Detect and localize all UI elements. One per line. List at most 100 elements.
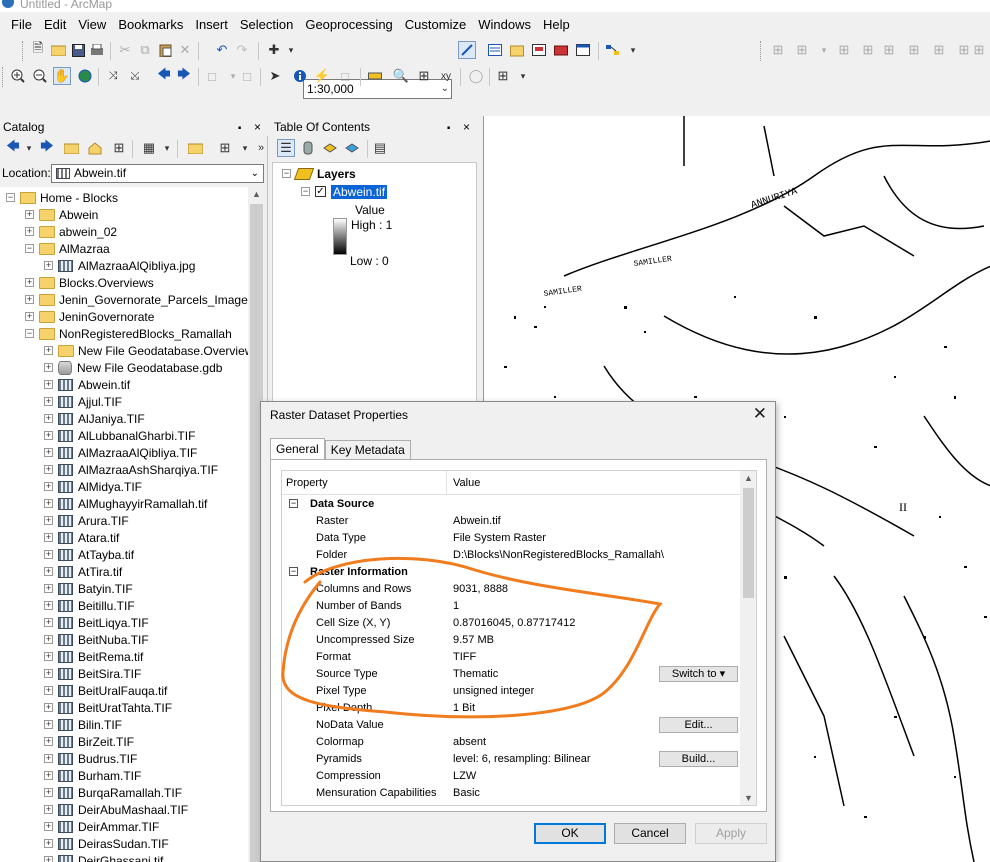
python-window-icon[interactable] <box>574 41 592 59</box>
catalog-tree-item[interactable]: + Abwein <box>25 206 98 223</box>
toggle-tree-icon[interactable]: ⊞ <box>216 139 234 157</box>
menu-bookmarks[interactable]: Bookmarks <box>112 14 189 36</box>
chevron-down-icon[interactable]: ⌄ <box>251 165 259 182</box>
menu-insert[interactable]: Insert <box>189 14 234 36</box>
scroll-up-icon[interactable]: ▲ <box>744 473 753 483</box>
add-data-icon[interactable]: ✚ <box>265 41 283 59</box>
expand-icon[interactable]: + <box>44 584 53 593</box>
expand-icon[interactable]: + <box>44 703 53 712</box>
chevron-down-icon[interactable]: ▾ <box>815 41 833 59</box>
property-row[interactable]: Number of Bands 1 <box>282 598 740 615</box>
catalog-tree-item[interactable]: + AlJaniya.TIF <box>44 410 145 427</box>
toolbar-overflow-icon[interactable]: ▾ <box>514 67 532 85</box>
menu-edit[interactable]: Edit <box>38 14 72 36</box>
property-section[interactable]: − Raster Information <box>282 564 740 581</box>
find-icon[interactable]: 🔍 <box>392 67 410 85</box>
expand-icon[interactable]: + <box>25 295 34 304</box>
html-popup-icon[interactable]: □ <box>336 67 354 85</box>
redo-icon[interactable]: ↷ <box>233 41 251 59</box>
catalog-tree-item[interactable]: + BeitSira.TIF <box>44 665 141 682</box>
catalog-tree-item[interactable]: + BeitNuba.TIF <box>44 631 149 648</box>
catalog-tree-item[interactable]: + Batyin.TIF <box>44 580 133 597</box>
expand-icon[interactable]: + <box>44 754 53 763</box>
property-row[interactable]: Raster Abwein.tif <box>282 513 740 530</box>
layout-tool-icon[interactable]: ⊞ <box>769 41 787 59</box>
property-row[interactable]: Colormap absent <box>282 734 740 751</box>
catalog-tree-item[interactable]: + AlMazraaAlQibliya.jpg <box>44 257 195 274</box>
property-action-button[interactable]: Edit... <box>659 717 738 733</box>
find-route-icon[interactable]: ⊞ <box>415 67 433 85</box>
table-of-contents-icon[interactable] <box>486 41 504 59</box>
expand-icon[interactable]: + <box>44 431 53 440</box>
modelbuilder-icon[interactable] <box>604 41 622 59</box>
catalog-tree-item[interactable]: + Jenin_Governorate_Parcels_Images <box>25 291 248 308</box>
layer-name[interactable]: Abwein.tif <box>331 184 388 199</box>
zoom-in-icon[interactable] <box>9 67 27 85</box>
catalog-tree-item[interactable]: + abwein_02 <box>25 223 117 240</box>
property-row[interactable]: Format TIFF <box>282 649 740 666</box>
editor-toolbar-icon[interactable] <box>458 41 476 59</box>
expand-icon[interactable]: + <box>44 397 53 406</box>
expand-icon[interactable]: + <box>44 652 53 661</box>
expand-icon[interactable]: + <box>44 737 53 746</box>
catalog-tree-item[interactable]: + New File Geodatabase.gdb <box>44 359 222 376</box>
collapse-icon[interactable]: − <box>6 193 15 202</box>
list-by-visibility-icon[interactable] <box>321 139 339 157</box>
scrollbar-thumb[interactable] <box>743 488 754 598</box>
catalog-tree-item[interactable]: + DeirGhassani.tif <box>44 852 163 862</box>
identify-icon[interactable] <box>291 67 309 85</box>
list-by-selection-icon[interactable] <box>343 139 361 157</box>
catalog-tree-item[interactable]: + Bilin.TIF <box>44 716 122 733</box>
add-data-dropdown-icon[interactable]: ▾ <box>282 41 300 59</box>
pin-icon[interactable]: ⬝ <box>238 118 241 136</box>
clear-selection-icon[interactable]: □ <box>238 67 256 85</box>
expand-icon[interactable]: + <box>44 516 53 525</box>
collapse-icon[interactable]: − <box>25 329 34 338</box>
property-row[interactable]: NoData Value Edit... <box>282 717 740 734</box>
pin-icon[interactable]: ⬝ <box>447 118 450 136</box>
menu-help[interactable]: Help <box>537 14 576 36</box>
catalog-tree-item[interactable]: + BeitUratTahta.TIF <box>44 699 172 716</box>
go-to-xy-icon[interactable]: xy <box>437 67 455 85</box>
select-features-icon[interactable]: □ <box>203 67 221 85</box>
layout-zoom-icon[interactable]: ⊞ <box>793 41 811 59</box>
expand-icon[interactable]: + <box>25 227 34 236</box>
property-row[interactable]: Cell Size (X, Y) 0.87016045, 0.87717412 <box>282 615 740 632</box>
expand-icon[interactable]: + <box>44 788 53 797</box>
property-row[interactable]: Columns and Rows 9031, 8888 <box>282 581 740 598</box>
catalog-tree-item[interactable]: + AtTayba.tif <box>44 546 134 563</box>
new-folder-icon[interactable] <box>186 139 204 157</box>
property-row[interactable]: Folder D:\Blocks\NonRegisteredBlocks_Rama… <box>282 547 740 564</box>
apply-button[interactable]: Apply <box>695 823 767 844</box>
more-tools-icon[interactable]: » <box>252 139 270 157</box>
expand-icon[interactable]: + <box>44 465 53 474</box>
expand-icon[interactable]: + <box>44 771 53 780</box>
toolbar-grip[interactable] <box>760 41 763 61</box>
menu-customize[interactable]: Customize <box>399 14 472 36</box>
expand-icon[interactable]: + <box>44 805 53 814</box>
catalog-window-icon[interactable] <box>508 41 526 59</box>
layer-visibility-checkbox[interactable]: ✓ <box>315 186 326 197</box>
catalog-tree-item[interactable]: + Arura.TIF <box>44 512 129 529</box>
catalog-tree-item[interactable]: + BeitUralFauqa.tif <box>44 682 167 699</box>
catalog-tree-item[interactable]: + BirZeit.TIF <box>44 733 134 750</box>
save-icon[interactable] <box>69 41 87 59</box>
home-icon[interactable] <box>86 139 104 157</box>
expand-icon[interactable]: + <box>44 720 53 729</box>
fixed-zoom-out-icon[interactable]: ⤩ <box>126 67 144 85</box>
forward-icon[interactable]: 🡆 <box>38 138 56 157</box>
connect-folder-icon[interactable]: ⊞ <box>110 139 128 157</box>
expand-icon[interactable]: + <box>44 567 53 576</box>
close-icon[interactable]: ✕ <box>753 404 767 424</box>
expand-icon[interactable]: + <box>44 822 53 831</box>
up-one-level-icon[interactable] <box>62 139 80 157</box>
expand-icon[interactable]: + <box>44 618 53 627</box>
tab-key-metadata[interactable]: Key Metadata <box>324 440 411 460</box>
catalog-tree-item[interactable]: − Home - Blocks <box>6 189 118 206</box>
property-row[interactable]: Pixel Depth 1 Bit <box>282 700 740 717</box>
menu-view[interactable]: View <box>72 14 112 36</box>
close-icon[interactable]: × <box>463 118 470 136</box>
expand-icon[interactable]: + <box>44 261 53 270</box>
collapse-icon[interactable]: − <box>282 169 291 178</box>
chevron-down-icon[interactable]: ▾ <box>158 139 176 157</box>
